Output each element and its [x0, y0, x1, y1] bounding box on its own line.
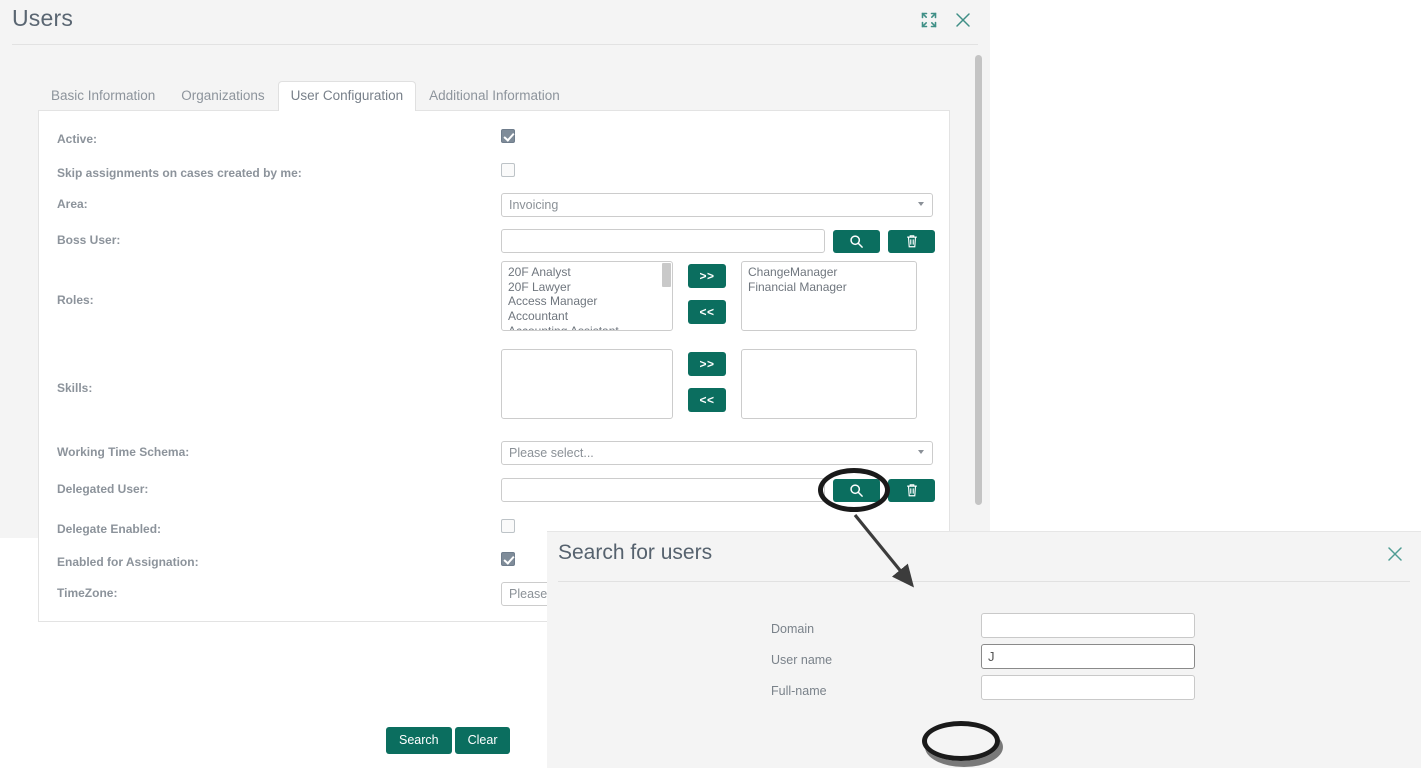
select-working-time-schema-value: Please select... — [509, 446, 594, 460]
screen-root: Users Basic Information Organizations Us… — [0, 0, 1421, 768]
skills-remove-button[interactable]: << — [688, 388, 726, 412]
skills-add-button[interactable]: >> — [688, 352, 726, 376]
list-item[interactable]: Accountant — [506, 309, 672, 324]
roles-remove-button[interactable]: << — [688, 300, 726, 324]
search-button[interactable]: Search — [386, 727, 452, 754]
modal-title: Search for users — [558, 541, 713, 564]
modal-close-icon[interactable] — [1385, 544, 1405, 569]
label-user-name: User name — [771, 653, 833, 667]
chevron-down-icon — [918, 202, 924, 206]
list-item[interactable]: Financial Manager — [746, 280, 916, 295]
clear-button[interactable]: Clear — [454, 727, 511, 754]
tab-additional-information[interactable]: Additional Information — [416, 81, 573, 111]
tab-organizations[interactable]: Organizations — [168, 81, 277, 111]
select-working-time-schema[interactable]: Please select... — [501, 441, 933, 465]
delegated-user-search-button[interactable] — [833, 478, 880, 502]
page-title: Users — [12, 5, 74, 31]
input-domain[interactable] — [981, 613, 1195, 638]
label-active: Active: — [57, 132, 98, 146]
roles-selected-list[interactable]: ChangeManager Financial Manager — [741, 261, 917, 331]
tab-basic-information[interactable]: Basic Information — [38, 81, 168, 111]
label-timezone: TimeZone: — [57, 586, 118, 600]
input-boss-user[interactable] — [501, 229, 825, 253]
label-enabled-for-assignation: Enabled for Assignation: — [57, 555, 199, 569]
label-area: Area: — [57, 197, 88, 211]
checkbox-delegate-enabled[interactable] — [501, 519, 515, 533]
skills-available-list[interactable] — [501, 349, 673, 419]
modal-action-buttons: Search Clear — [386, 727, 511, 754]
checkbox-skip-assignments[interactable] — [501, 163, 515, 177]
label-delegated-user: Delegated User: — [57, 482, 149, 496]
boss-user-clear-button[interactable] — [888, 229, 935, 253]
list-item[interactable]: ChangeManager — [746, 265, 916, 280]
input-delegated-user[interactable] — [501, 478, 825, 502]
close-icon[interactable] — [952, 9, 974, 31]
window-controls — [918, 9, 974, 31]
expand-icon[interactable] — [918, 9, 940, 31]
panel-scrollbar[interactable] — [975, 55, 982, 505]
input-user-name[interactable] — [981, 644, 1195, 669]
skills-selected-list[interactable] — [741, 349, 917, 419]
label-skills: Skills: — [57, 381, 93, 395]
list-item[interactable]: 20F Analyst — [506, 265, 672, 280]
tab-user-configuration[interactable]: User Configuration — [277, 81, 417, 111]
roles-list-scrollbar[interactable] — [662, 263, 671, 287]
chevron-down-icon — [918, 450, 924, 454]
list-item[interactable]: Access Manager — [506, 294, 672, 309]
input-full-name[interactable] — [981, 675, 1195, 700]
label-skip-assignments: Skip assignments on cases created by me: — [57, 166, 302, 180]
label-boss-user: Boss User: — [57, 233, 121, 247]
roles-available-list[interactable]: 20F Analyst 20F Lawyer Access Manager Ac… — [501, 261, 673, 331]
select-area[interactable]: Invoicing — [501, 193, 933, 217]
label-delegate-enabled: Delegate Enabled: — [57, 522, 162, 536]
checkbox-active[interactable] — [501, 129, 515, 143]
delegated-user-clear-button[interactable] — [888, 478, 935, 502]
label-roles: Roles: — [57, 293, 94, 307]
select-area-value: Invoicing — [509, 198, 559, 212]
list-item[interactable]: Accounting Assistant — [506, 324, 672, 330]
label-domain: Domain — [771, 622, 815, 636]
checkbox-enabled-for-assignation[interactable] — [501, 552, 515, 566]
header-divider — [12, 44, 978, 45]
label-working-time-schema: Working Time Schema: — [57, 445, 190, 459]
boss-user-search-button[interactable] — [833, 229, 880, 253]
search-for-users-modal: Search for users Domain User name Full-n… — [547, 531, 1421, 768]
roles-add-button[interactable]: >> — [688, 264, 726, 288]
list-item[interactable]: 20F Lawyer — [506, 280, 672, 295]
window-header: Users — [0, 0, 990, 45]
users-window: Users Basic Information Organizations Us… — [0, 0, 990, 622]
tab-bar: Basic Information Organizations User Con… — [38, 81, 573, 111]
modal-divider — [558, 581, 1410, 582]
label-full-name: Full-name — [771, 684, 827, 698]
